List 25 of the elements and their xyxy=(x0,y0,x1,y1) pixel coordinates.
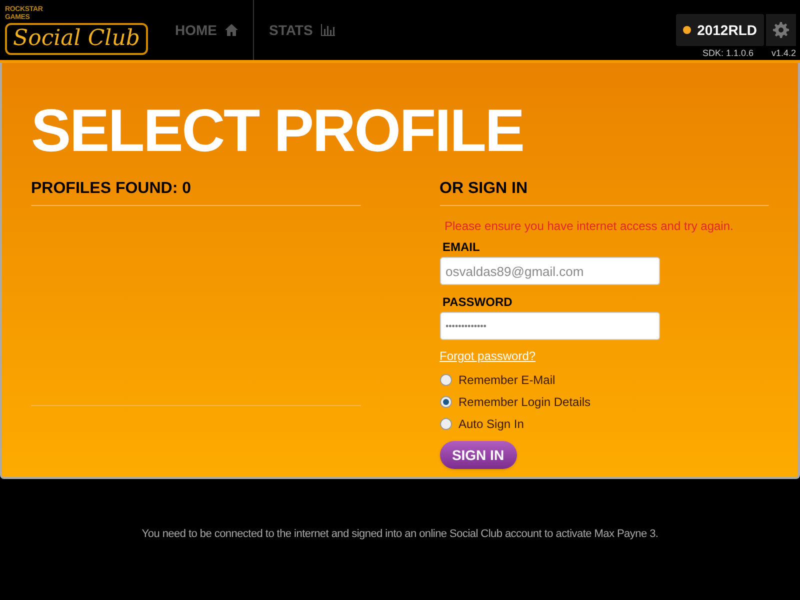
section-heading: OR SIGN IN xyxy=(440,177,769,206)
nav-link[interactable]: STATS xyxy=(254,0,350,60)
page-title: SELECT PROFILE xyxy=(31,97,524,165)
app-version: v1.4.2 xyxy=(771,47,796,60)
settings-icon xyxy=(773,22,789,38)
option-label: Remember Login Details xyxy=(458,394,591,411)
radio-button[interactable] xyxy=(440,418,452,430)
bar-chart-icon xyxy=(320,24,335,36)
logo-wordmark[interactable]: Social Club xyxy=(5,22,148,54)
footer-message: You need to be connected to the internet and signed into an online Social Club account to activate Max Payne 3. xyxy=(142,527,658,542)
field-label: PASSWORD xyxy=(442,294,514,311)
email-field[interactable]: osvaldas89@gmail.com xyxy=(440,257,660,285)
section-heading: PROFILES FOUND: 0 xyxy=(31,177,360,206)
radio-button[interactable] xyxy=(440,396,452,408)
home-icon xyxy=(225,24,238,36)
field-label: EMAIL xyxy=(442,239,481,256)
error-message: Please ensure you have internet access and try again. xyxy=(444,218,734,235)
radio-button[interactable] xyxy=(440,374,452,386)
sdk-version: SDK: 1.1.0.6 xyxy=(702,47,754,60)
settings-button[interactable] xyxy=(766,14,796,46)
password-field[interactable]: ••••••••••••• xyxy=(440,312,660,340)
option-label: Auto Sign In xyxy=(458,416,524,433)
user-button[interactable]: 2012RLD xyxy=(676,14,764,46)
option-label: Remember E-Mail xyxy=(458,372,556,389)
sign-in-button[interactable]: SIGN IN xyxy=(440,441,516,469)
